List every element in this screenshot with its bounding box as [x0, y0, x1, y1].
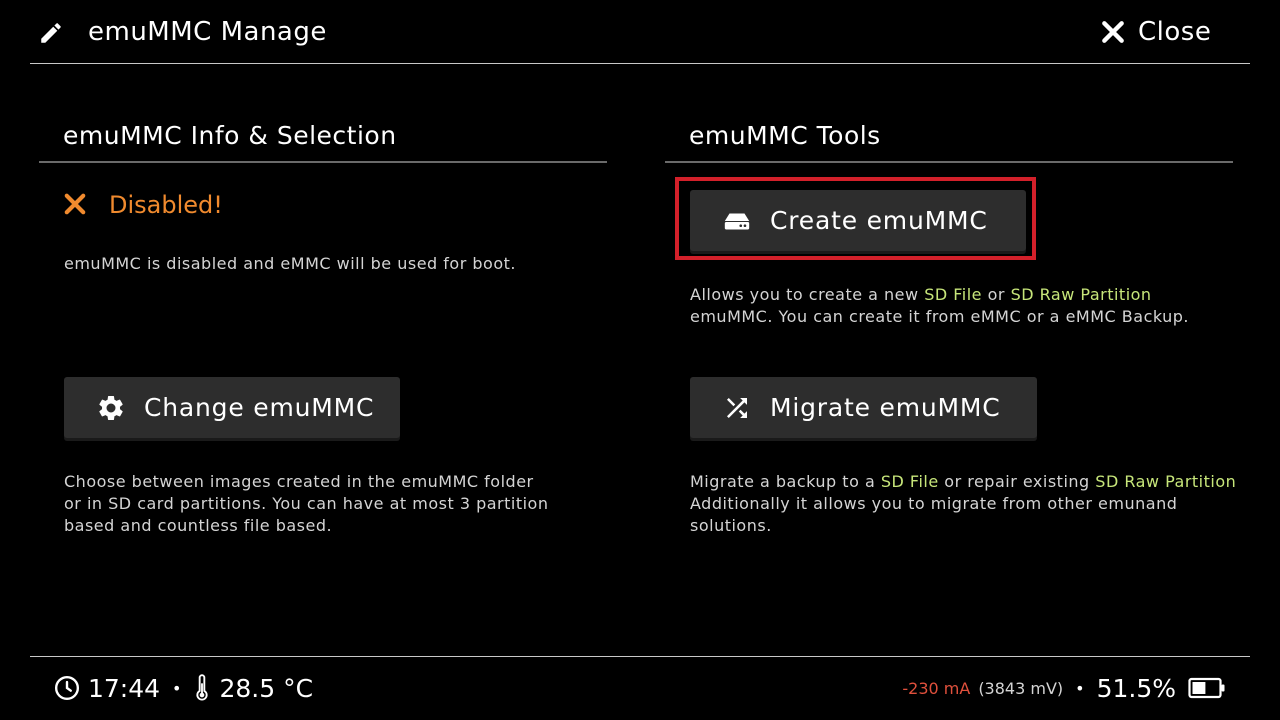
sd-file-highlight: SD File: [924, 285, 983, 304]
battery-voltage: (3843 mV): [978, 678, 1064, 698]
info-section-title: emuMMC Info & Selection: [63, 121, 397, 150]
separator-dot: •: [1075, 678, 1085, 698]
info-section-divider: [39, 161, 607, 163]
status-description: emuMMC is disabled and eMMC will be used…: [64, 254, 516, 273]
clock-icon: [54, 675, 80, 701]
migrate-desc-line2: Additionally it allows you to migrate fr…: [690, 494, 1178, 513]
sd-raw-partition-highlight: SD Raw Partition: [1010, 285, 1152, 304]
change-emummc-label: Change emuMMC: [144, 393, 375, 422]
migrate-desc-text-a: Migrate a backup to a: [690, 472, 881, 491]
change-desc-line2: or in SD card partitions. You can have a…: [64, 494, 549, 513]
x-icon: [64, 193, 86, 215]
migrate-emummc-button[interactable]: Migrate emuMMC: [690, 377, 1037, 438]
create-desc-text-b: or: [982, 285, 1011, 304]
migrate-emummc-label: Migrate emuMMC: [770, 393, 1001, 422]
change-emummc-button[interactable]: Change emuMMC: [64, 377, 400, 438]
separator-dot: •: [172, 678, 182, 698]
shuffle-icon: [727, 397, 747, 418]
gear-icon: [99, 395, 123, 420]
migrate-desc-line1: Migrate a backup to a SD File or repair …: [690, 471, 1236, 493]
tools-section-title: emuMMC Tools: [689, 121, 881, 150]
battery-percent: 51.5%: [1096, 673, 1176, 703]
change-emummc-description: Choose between images created in the emu…: [64, 471, 548, 537]
create-desc-text-a: Allows you to create a new: [690, 285, 925, 304]
change-desc-line1: Choose between images created in the emu…: [64, 472, 534, 491]
close-label: Close: [1138, 17, 1212, 47]
close-button[interactable]: Close: [1100, 12, 1211, 52]
tools-section-divider: [665, 161, 1233, 163]
create-desc-line1: Allows you to create a new SD File or SD…: [690, 284, 1189, 306]
create-desc-line2: emuMMC. You can create it from eMMC or a…: [690, 307, 1190, 326]
migrate-desc-line3: solutions.: [690, 516, 772, 535]
sd-raw-partition-highlight: SD Raw Partition: [1095, 472, 1237, 491]
migrate-emummc-description: Migrate a backup to a SD File or repair …: [690, 471, 1236, 537]
status-bar-right: -230 mA (3843 mV) • 51.5%: [902, 672, 1226, 704]
selection-highlight: [675, 177, 1036, 260]
battery-current: -230 mA: [902, 678, 971, 698]
create-emummc-description: Allows you to create a new SD File or SD…: [690, 284, 1189, 328]
status-label: Disabled!: [109, 191, 223, 219]
footer-divider: [30, 656, 1250, 657]
status-bar-left: 17:44 • 28.5 °C: [54, 672, 313, 704]
screen: emuMMC Manage Close emuMMC Info & Select…: [0, 0, 1280, 720]
header-divider: [30, 63, 1250, 64]
temperature: 28.5 °C: [219, 673, 314, 703]
migrate-desc-text-b: or repair existing: [938, 472, 1096, 491]
pencil-icon: [41, 23, 61, 43]
clock-time: 17:44: [88, 673, 161, 703]
close-icon: [1102, 21, 1124, 43]
thermometer-icon: [196, 674, 209, 701]
sd-file-highlight: SD File: [880, 472, 939, 491]
battery-icon: [1188, 677, 1225, 699]
battery-fill: [1192, 682, 1206, 694]
page-title: emuMMC Manage: [88, 17, 327, 47]
change-desc-line3: based and countless file based.: [64, 516, 333, 535]
